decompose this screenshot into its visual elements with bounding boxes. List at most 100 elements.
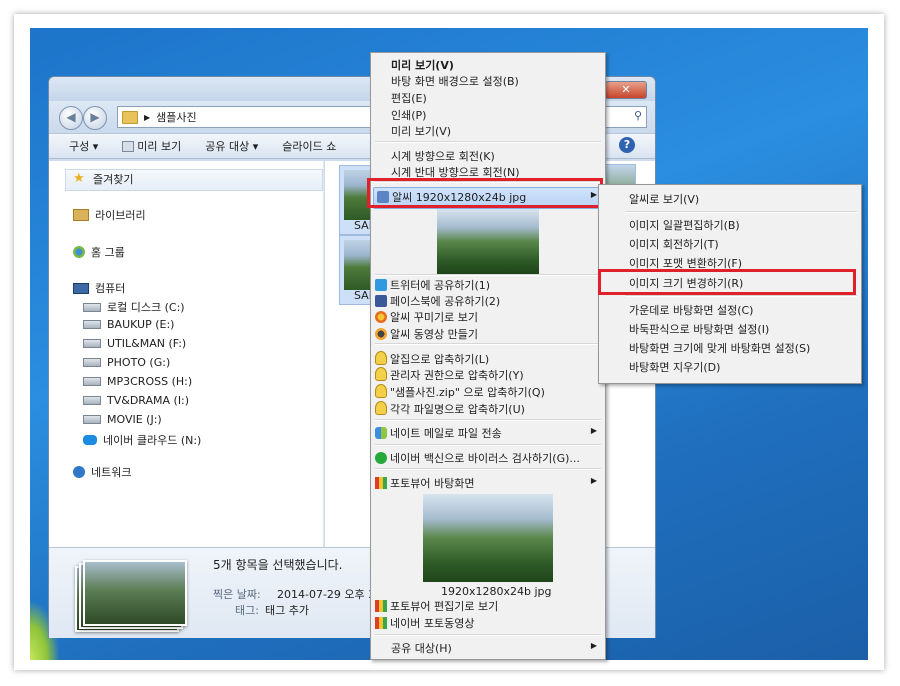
menu-separator — [625, 295, 857, 297]
menu-item-label: 포토뷰어 편집기로 보기 — [390, 600, 499, 613]
menu-item-label: 네이버 포토동영상 — [390, 617, 475, 630]
nav-drive[interactable]: MOVIE (J:) — [83, 413, 162, 426]
nav-favorites[interactable]: ★ 즐겨찾기 — [73, 171, 133, 187]
help-icon[interactable]: ? — [619, 137, 635, 153]
menu-separator — [375, 634, 601, 636]
twitter-icon — [375, 279, 387, 291]
menu-separator — [375, 141, 601, 143]
share-with-button[interactable]: 공유 대상 ▾ — [205, 138, 258, 154]
drive-icon — [83, 358, 101, 367]
address-bar[interactable]: ▶ 샘플사진 — [117, 106, 383, 128]
menu-item-preview-default[interactable]: 미리 보기(V) — [391, 57, 454, 73]
nav-libraries[interactable]: 라이브러리 — [73, 207, 146, 223]
menu-separator — [625, 211, 857, 213]
menu-item-naver-vaccine[interactable]: 네이버 백신으로 바이러스 검사하기(G)... — [375, 450, 580, 466]
star-icon: ★ — [73, 171, 85, 186]
navigation-pane: ★ 즐겨찾기 라이브러리 홈 그룹 컴퓨터 로컬 디스크 (C:) BAUKUP… — [49, 161, 324, 547]
menu-item-print[interactable]: 인쇄(P) — [391, 107, 426, 123]
nav-drive[interactable]: 로컬 디스크 (C:) — [83, 299, 185, 315]
drive-icon — [83, 377, 101, 386]
preview-label: 미리 보기 — [137, 140, 182, 153]
library-icon — [73, 209, 89, 221]
homegroup-icon — [73, 246, 85, 258]
submenu-item-wallpaper-clear[interactable]: 바탕화면 지우기(D) — [629, 359, 720, 375]
menu-item-alsee-decorate[interactable]: 알씨 꾸미기로 보기 — [375, 309, 478, 325]
submenu-item-rotate[interactable]: 이미지 회전하기(T) — [629, 236, 719, 252]
menu-separator — [375, 419, 601, 421]
nav-drive-label: MP3CROSS (H:) — [107, 375, 193, 388]
menu-item-photoviewer-wallpaper[interactable]: 포토뷰어 바탕화면 — [375, 475, 474, 491]
drive-icon — [83, 302, 101, 312]
menu-item-label: 각각 파일명으로 압축하기(U) — [390, 403, 525, 416]
breadcrumb-arrow-icon: ▶ — [144, 112, 151, 122]
menu-item-label: 알씨 동영상 만들기 — [390, 328, 478, 341]
menu-item-set-desktop-background[interactable]: 바탕 화면 배경으로 설정(B) — [391, 73, 519, 89]
menu-item-preview[interactable]: 미리 보기(V) — [391, 123, 451, 139]
menu-item-share-facebook[interactable]: 페이스북에 공유하기(2) — [375, 293, 500, 309]
alzip-icon — [375, 384, 387, 398]
nav-drive-label: 로컬 디스크 (C:) — [107, 301, 185, 314]
nav-computer-label: 컴퓨터 — [95, 282, 126, 295]
menu-item-alsee-movie[interactable]: 알씨 동영상 만들기 — [375, 326, 478, 342]
drive-icon — [83, 320, 101, 329]
drive-icon — [83, 339, 101, 348]
menu-item-naver-photo[interactable]: 네이버 포토동영상 — [375, 615, 474, 631]
menu-item-share-twitter[interactable]: 트위터에 공유하기(1) — [375, 277, 490, 293]
submenu-item-wallpaper-fit[interactable]: 바탕화면 크기에 맞게 바탕화면 설정(S) — [629, 340, 810, 356]
menu-item-edit[interactable]: 편집(E) — [391, 90, 427, 106]
preview-button[interactable]: 미리 보기 — [122, 138, 181, 154]
submenu-item-wallpaper-center[interactable]: 가운데로 바탕화면 설정(C) — [629, 302, 753, 318]
nav-network[interactable]: 네트워크 — [73, 464, 131, 480]
nate-mail-icon — [375, 427, 387, 439]
alsee-decorate-icon — [375, 311, 387, 323]
nav-drive[interactable]: UTIL&MAN (F:) — [83, 337, 186, 350]
tags-value[interactable]: 태그 추가 — [265, 602, 309, 618]
menu-item-rotate-clockwise[interactable]: 시계 방향으로 회전(K) — [391, 148, 495, 164]
menu-item-label: 포토뷰어 바탕화면 — [390, 477, 475, 490]
menu-item-zip[interactable]: 알집으로 압축하기(L) — [375, 351, 489, 367]
nav-drive-label: UTIL&MAN (F:) — [107, 337, 187, 350]
nav-drive[interactable]: TV&DRAMA (I:) — [83, 394, 189, 407]
nav-drive[interactable]: MP3CROSS (H:) — [83, 375, 192, 388]
submenu-item-batch-edit[interactable]: 이미지 일괄편집하기(B) — [629, 217, 740, 233]
submenu-item-wallpaper-tile[interactable]: 바둑판식으로 바탕화면 설정(I) — [629, 321, 769, 337]
nav-homegroup[interactable]: 홈 그룹 — [73, 244, 125, 260]
menu-item-label: "샘플사진.zip" 으로 압축하기(Q) — [390, 386, 545, 399]
menu-wallpaper-preview-image — [423, 494, 553, 582]
network-icon — [73, 466, 85, 478]
folder-icon — [122, 110, 138, 124]
menu-item-zip-admin[interactable]: 관리자 권한으로 압축하기(Y) — [375, 367, 524, 383]
organize-button[interactable]: 구성 ▾ — [69, 138, 98, 154]
menu-item-share-with[interactable]: 공유 대상(H) — [391, 640, 452, 656]
naver-photo-icon — [375, 617, 387, 629]
alzip-icon — [375, 401, 387, 415]
menu-preview-image — [437, 209, 539, 274]
menu-item-label: 페이스북에 공유하기(2) — [390, 295, 501, 308]
submenu-item-view[interactable]: 알씨로 보기(V) — [629, 191, 699, 207]
breadcrumb[interactable]: 샘플사진 — [156, 109, 196, 125]
forward-button[interactable]: ▶ — [83, 106, 107, 130]
menu-item-photoviewer-edit[interactable]: 포토뷰어 편집기로 보기 — [375, 598, 498, 614]
computer-icon — [73, 282, 89, 294]
menu-item-zip-each[interactable]: 각각 파일명으로 압축하기(U) — [375, 401, 525, 417]
menu-item-nate-mail[interactable]: 네이트 메일로 파일 전송 — [375, 425, 502, 441]
menu-item-label: 네이버 백신으로 바이러스 검사하기(G)... — [390, 452, 580, 465]
nav-drive[interactable]: BAUKUP (E:) — [83, 318, 174, 331]
nav-drive[interactable]: 네이버 클라우드 (N:) — [83, 432, 201, 448]
movie-icon — [375, 328, 387, 340]
nav-network-label: 네트워크 — [91, 466, 132, 479]
menu-separator — [375, 444, 601, 446]
nav-drive-label: MOVIE (J:) — [107, 413, 162, 426]
menu-item-zip-named[interactable]: "샘플사진.zip" 으로 압축하기(Q) — [375, 384, 545, 400]
nav-homegroup-label: 홈 그룹 — [91, 246, 125, 259]
back-button[interactable]: ◀ — [59, 106, 83, 130]
close-button[interactable]: ✕ — [605, 81, 647, 99]
nav-computer[interactable]: 컴퓨터 — [73, 280, 125, 296]
alzip-icon — [375, 367, 387, 381]
preview-icon — [122, 141, 135, 152]
menu-item-label: 트위터에 공유하기(1) — [390, 279, 491, 292]
nav-drive[interactable]: PHOTO (G:) — [83, 356, 170, 369]
slideshow-button[interactable]: 슬라이드 쇼 — [282, 138, 336, 154]
search-icon: ⚲ — [633, 109, 642, 122]
submenu-arrow-icon: ▶ — [590, 641, 597, 650]
